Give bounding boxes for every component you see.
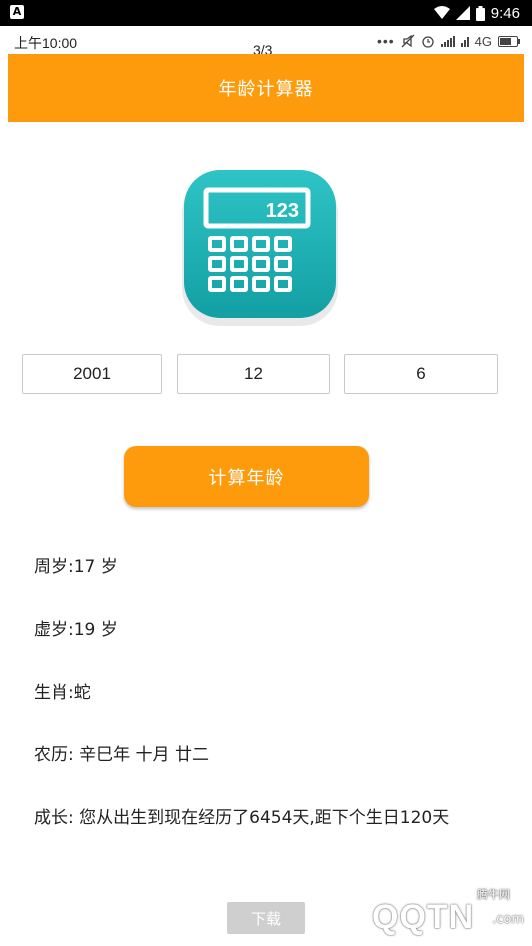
device-status-bar: A 9:46 <box>0 0 532 26</box>
device-clock: 9:46 <box>490 4 520 22</box>
device-status-icons: 9:46 <box>433 3 520 23</box>
watermark-suffix: .com <box>492 912 524 927</box>
mute-icon <box>401 34 415 48</box>
app-screenshot: 上午10:00 3/3 ••• 4G 年龄计算器 123 2001 12 6 计… <box>8 26 524 946</box>
more-dots-icon: ••• <box>376 33 395 49</box>
lunar-date-result: 农历: 辛巳年 十月 廿二 <box>34 745 209 765</box>
watermark-text: QQTN <box>372 898 475 936</box>
signal-icon <box>440 35 455 47</box>
network-label: 4G <box>474 33 492 49</box>
signal-2-icon <box>460 35 469 47</box>
app-notification-icon: A <box>10 5 24 19</box>
calculate-age-button[interactable]: 计算年龄 <box>124 446 369 507</box>
zodiac-result: 生肖:蛇 <box>34 683 91 703</box>
growth-result: 成长: 您从出生到现在经历了6454天,距下个生日120天 <box>34 808 450 828</box>
calculator-icon: 123 <box>176 166 344 334</box>
nominal-age-result: 虚岁:19 岁 <box>34 620 118 640</box>
inner-status-icons: ••• 4G <box>376 32 520 50</box>
alarm-icon <box>422 36 434 48</box>
inner-status-bar: 上午10:00 3/3 ••• 4G <box>8 26 524 58</box>
app-header: 年龄计算器 <box>8 54 524 122</box>
day-input[interactable]: 6 <box>344 354 498 394</box>
screen: A 9:46 上午10:00 3/3 ••• 4G 年龄计算器 123 2001… <box>0 0 532 946</box>
month-input[interactable]: 12 <box>177 354 330 394</box>
download-button[interactable]: 下载 <box>227 902 305 934</box>
year-input[interactable]: 2001 <box>22 354 162 394</box>
watermark: 腾牛网 QQTN .com <box>330 884 532 946</box>
inner-battery-icon <box>498 35 520 47</box>
wifi-icon <box>433 6 450 19</box>
full-age-result: 周岁:17 岁 <box>34 557 118 577</box>
watermark-site-name: 腾牛网 <box>477 888 510 901</box>
cell-signal-icon <box>455 6 470 20</box>
inner-clock: 上午10:00 <box>14 35 78 51</box>
page-title: 年龄计算器 <box>218 79 314 100</box>
battery-icon <box>475 5 485 21</box>
calculator-display-text: 123 <box>266 200 299 222</box>
